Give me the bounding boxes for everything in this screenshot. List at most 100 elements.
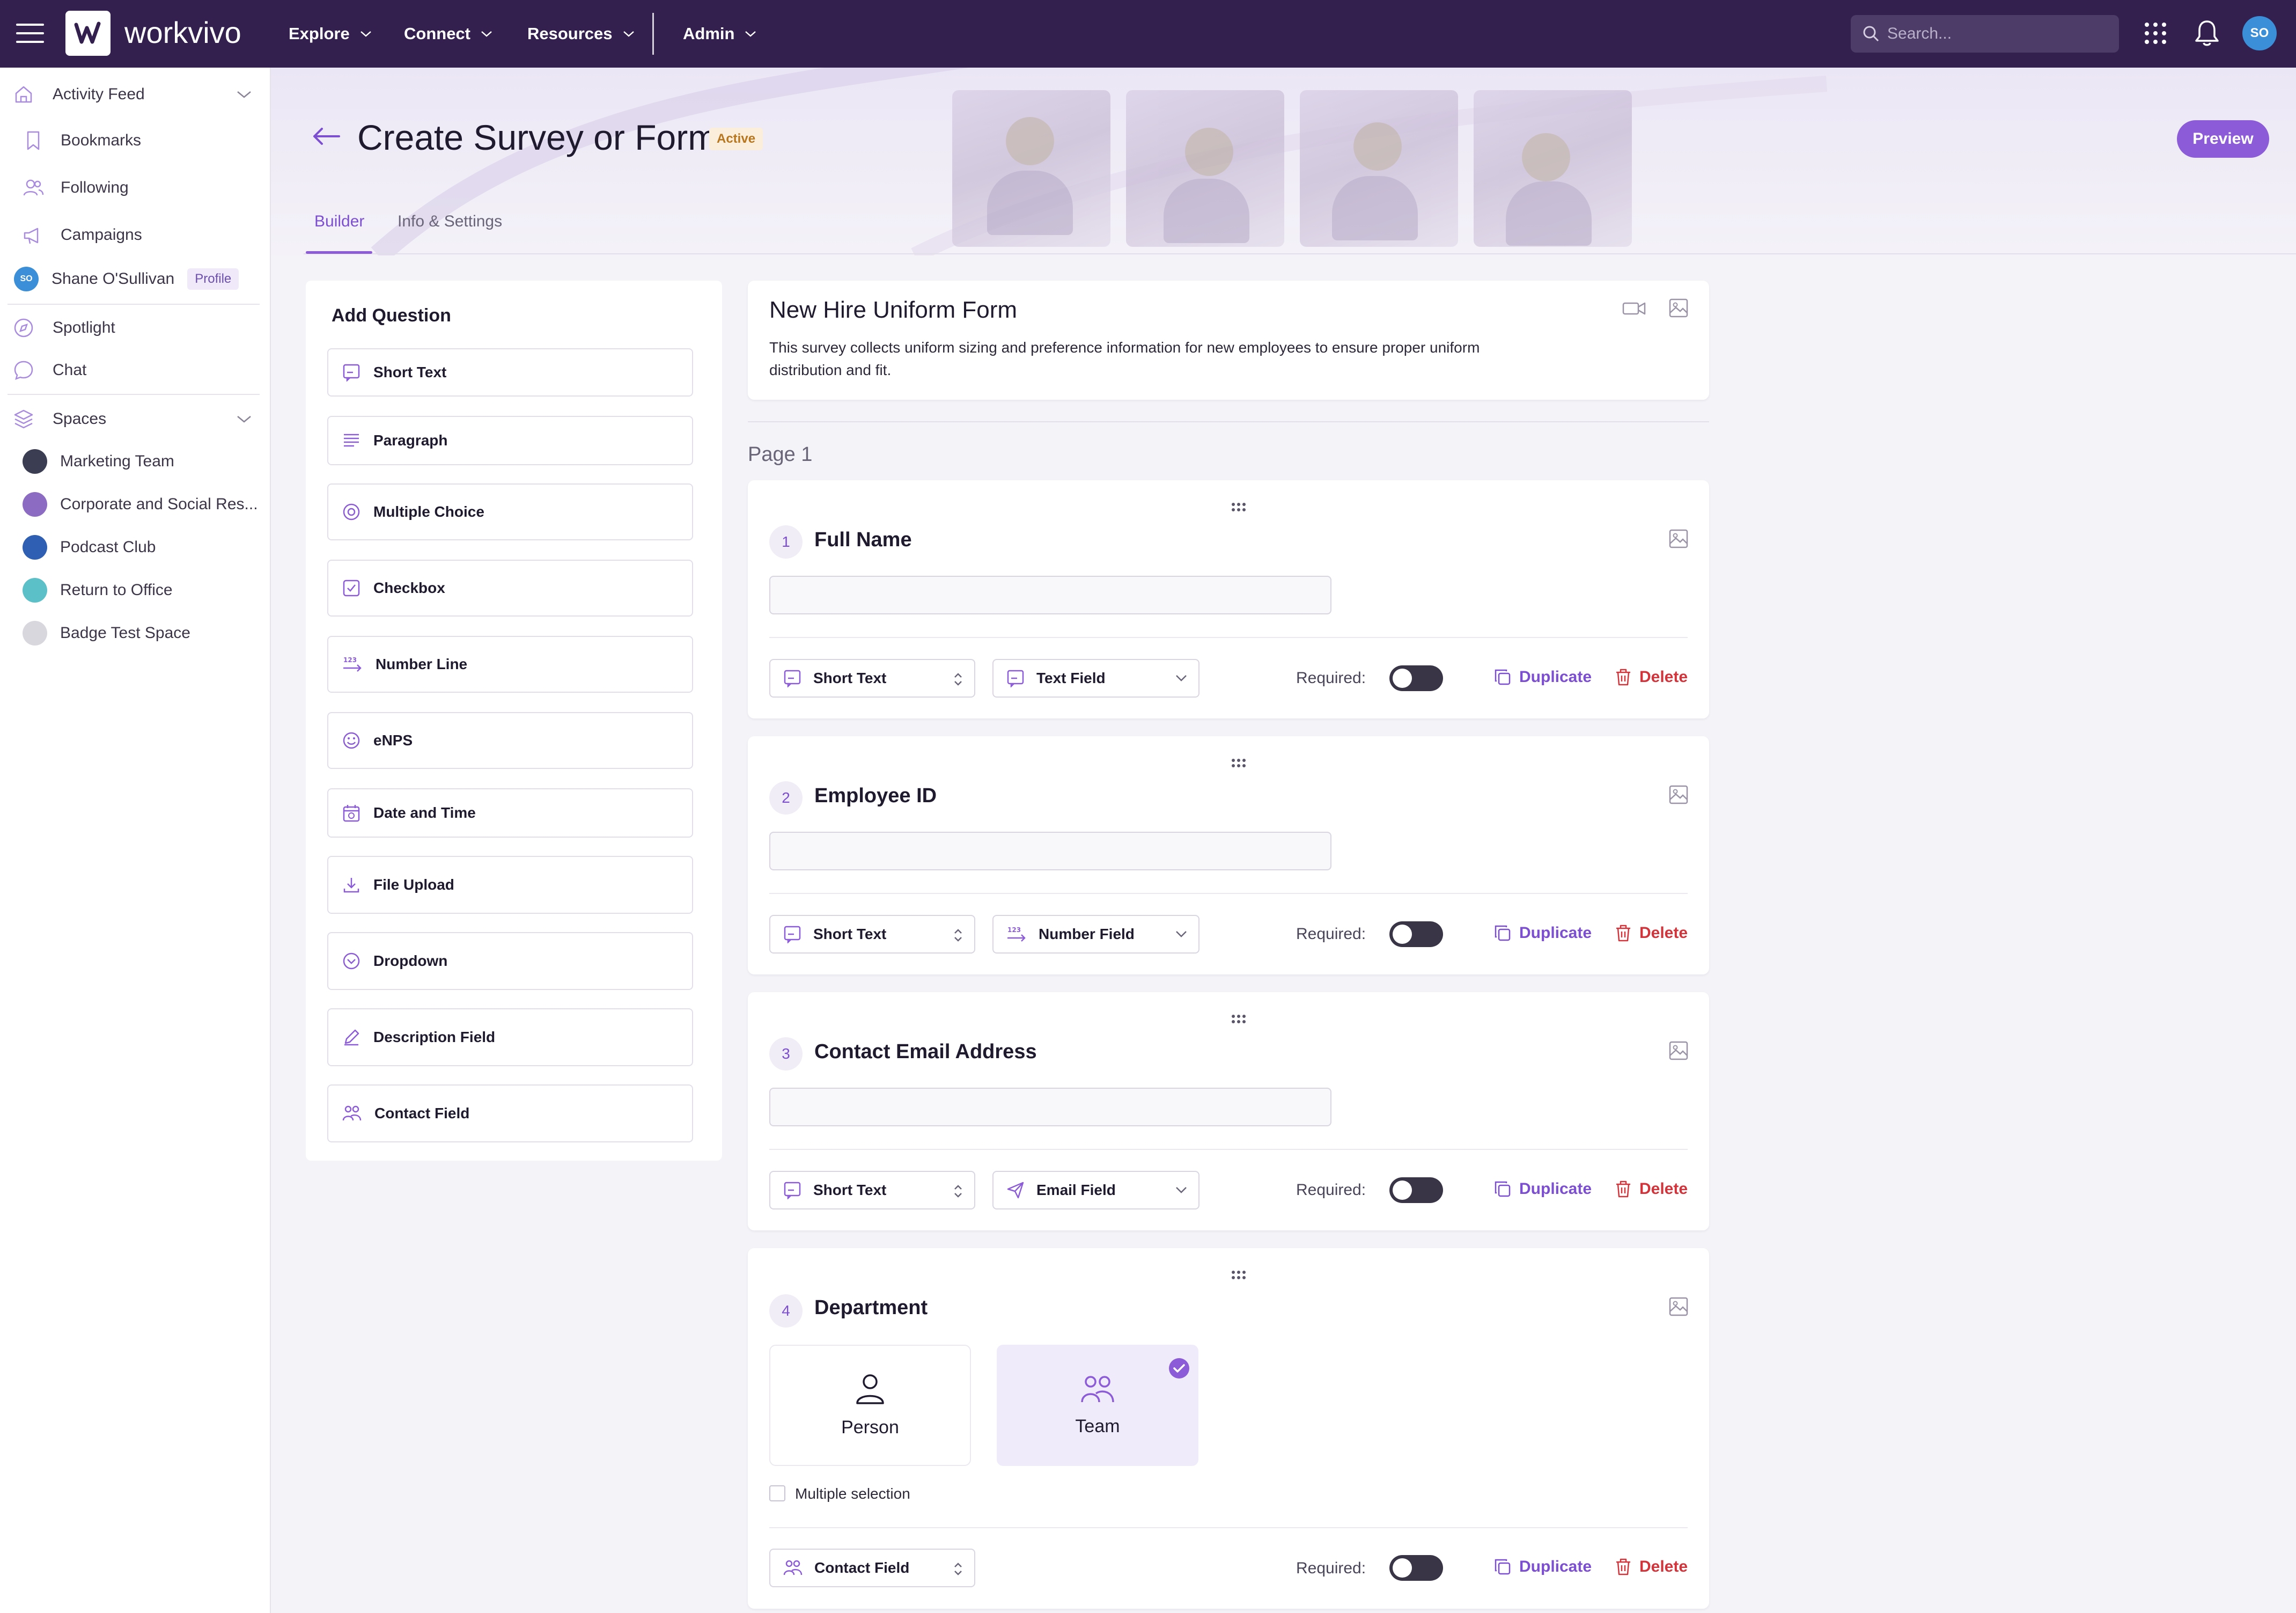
- space-avatar-icon: [23, 578, 47, 603]
- video-camera-icon[interactable]: [1622, 300, 1646, 317]
- brand-name[interactable]: workvivo: [124, 15, 241, 50]
- nav-resources[interactable]: Resources: [527, 21, 635, 46]
- add-dropdown-button[interactable]: Dropdown: [327, 932, 693, 990]
- question-type-select[interactable]: Short Text: [769, 915, 975, 954]
- sidebar-space-badge-test[interactable]: Badge Test Space: [0, 614, 271, 652]
- nav-connect[interactable]: Connect: [404, 21, 493, 46]
- field-type-select[interactable]: Text Field: [992, 659, 1199, 698]
- question-title[interactable]: Full Name: [814, 529, 912, 552]
- add-description-field-button[interactable]: Description Field: [327, 1008, 693, 1066]
- question-type-select[interactable]: Contact Field: [769, 1549, 975, 1587]
- sidebar-space-podcast-club[interactable]: Podcast Club: [0, 528, 271, 567]
- required-toggle[interactable]: [1389, 1555, 1443, 1581]
- space-label: Badge Test Space: [60, 624, 190, 642]
- form-description[interactable]: This survey collects uniform sizing and …: [769, 336, 1552, 382]
- add-multiple-choice-button[interactable]: Multiple Choice: [327, 483, 693, 540]
- multiple-selection-checkbox[interactable]: [769, 1485, 785, 1501]
- search-input[interactable]: Search...: [1851, 15, 2119, 53]
- answer-preview-input[interactable]: [769, 576, 1331, 614]
- form-title[interactable]: New Hire Uniform Form: [769, 297, 1017, 324]
- add-date-time-button[interactable]: Date and Time: [327, 788, 693, 838]
- sidebar-item-chat[interactable]: Chat: [0, 351, 271, 390]
- field-type-select[interactable]: Email Field: [992, 1171, 1199, 1209]
- sidebar-space-corporate-social[interactable]: Corporate and Social Res...: [0, 485, 271, 524]
- question-type-select[interactable]: Short Text: [769, 659, 975, 698]
- field-type-select[interactable]: 123 Number Field: [992, 915, 1199, 954]
- chevron-down-icon: [360, 31, 371, 37]
- chevron-down-icon[interactable]: [236, 90, 252, 99]
- nav-explore[interactable]: Explore: [289, 21, 372, 46]
- required-toggle[interactable]: [1389, 921, 1443, 947]
- delete-label: Delete: [1639, 924, 1688, 942]
- short-text-icon: [784, 670, 801, 687]
- apps-grid-icon[interactable]: [2144, 21, 2167, 45]
- image-icon[interactable]: [1668, 1040, 1689, 1061]
- duplicate-button[interactable]: Duplicate: [1493, 924, 1592, 942]
- delete-button[interactable]: Delete: [1615, 668, 1688, 686]
- back-arrow-icon[interactable]: [311, 127, 341, 146]
- add-checkbox-button[interactable]: Checkbox: [327, 560, 693, 617]
- bookmark-icon: [21, 129, 45, 152]
- sidebar-item-following[interactable]: Following: [0, 168, 271, 207]
- space-label: Podcast Club: [60, 538, 156, 556]
- answer-preview-input[interactable]: [769, 1088, 1331, 1126]
- answer-preview-input[interactable]: [769, 832, 1331, 870]
- required-toggle[interactable]: [1389, 665, 1443, 691]
- image-icon[interactable]: [1668, 298, 1689, 318]
- add-number-line-button[interactable]: 123 Number Line: [327, 636, 693, 693]
- question-title[interactable]: Employee ID: [814, 784, 937, 808]
- sidebar-space-return-to-office[interactable]: Return to Office: [0, 571, 271, 610]
- sidebar-item-activity-feed[interactable]: Activity Feed: [0, 75, 271, 114]
- add-contact-field-button[interactable]: Contact Field: [327, 1084, 693, 1142]
- user-avatar[interactable]: SO: [2242, 16, 2277, 50]
- sidebar-item-bookmarks[interactable]: Bookmarks: [0, 121, 271, 160]
- delete-button[interactable]: Delete: [1615, 1180, 1688, 1198]
- question-title[interactable]: Contact Email Address: [814, 1040, 1037, 1064]
- image-icon[interactable]: [1668, 1296, 1689, 1317]
- sidebar-space-marketing-team[interactable]: Marketing Team: [0, 442, 271, 481]
- add-file-upload-button[interactable]: File Upload: [327, 856, 693, 914]
- chevron-down-icon: [481, 31, 492, 37]
- required-toggle[interactable]: [1389, 1177, 1443, 1203]
- sidebar-item-campaigns[interactable]: Campaigns: [0, 216, 271, 254]
- drag-handle-icon[interactable]: [1231, 502, 1247, 512]
- chevron-down-icon[interactable]: [236, 415, 252, 423]
- sidebar-item-profile[interactable]: SO Shane O'Sullivan Profile: [0, 260, 271, 298]
- preview-button[interactable]: Preview: [2177, 120, 2269, 158]
- question-title[interactable]: Department: [814, 1296, 928, 1319]
- copy-icon: [1495, 669, 1511, 685]
- question-type-select[interactable]: Short Text: [769, 1171, 975, 1209]
- delete-button[interactable]: Delete: [1615, 1558, 1688, 1576]
- image-icon[interactable]: [1668, 784, 1689, 805]
- add-enps-button[interactable]: eNPS: [327, 712, 693, 769]
- tab-builder[interactable]: Builder: [314, 212, 364, 231]
- sidebar-item-spotlight[interactable]: Spotlight: [0, 309, 271, 347]
- notifications-bell-icon[interactable]: [2194, 19, 2220, 47]
- drag-handle-icon[interactable]: [1231, 1014, 1247, 1024]
- sort-arrows-icon: [954, 673, 962, 686]
- send-plane-icon: [1007, 1182, 1024, 1199]
- form-header-card: New Hire Uniform Form This survey collec…: [748, 281, 1709, 400]
- sidebar-item-spaces[interactable]: Spaces: [0, 400, 271, 438]
- duplicate-button[interactable]: Duplicate: [1493, 1558, 1592, 1576]
- delete-label: Delete: [1639, 668, 1688, 686]
- add-paragraph-button[interactable]: Paragraph: [327, 416, 693, 465]
- contact-option-person[interactable]: Person: [769, 1345, 971, 1466]
- nav-admin[interactable]: Admin: [683, 21, 757, 46]
- hamburger-menu-icon[interactable]: [16, 23, 44, 44]
- delete-button[interactable]: Delete: [1615, 924, 1688, 942]
- contact-option-team[interactable]: Team: [997, 1345, 1198, 1466]
- tabs-divider: [304, 253, 2296, 254]
- add-short-text-button[interactable]: Short Text: [327, 348, 693, 397]
- duplicate-button[interactable]: Duplicate: [1493, 1180, 1592, 1198]
- drag-handle-icon[interactable]: [1231, 758, 1247, 768]
- image-icon[interactable]: [1668, 529, 1689, 549]
- add-item-label: Paragraph: [373, 432, 448, 449]
- drag-handle-icon[interactable]: [1231, 1270, 1247, 1280]
- trash-icon: [1616, 669, 1630, 686]
- tab-info-settings[interactable]: Info & Settings: [398, 212, 502, 231]
- space-avatar-icon: [23, 449, 47, 474]
- workvivo-logo-icon[interactable]: [65, 11, 111, 56]
- duplicate-button[interactable]: Duplicate: [1493, 668, 1592, 686]
- header-photo: [952, 90, 1110, 247]
